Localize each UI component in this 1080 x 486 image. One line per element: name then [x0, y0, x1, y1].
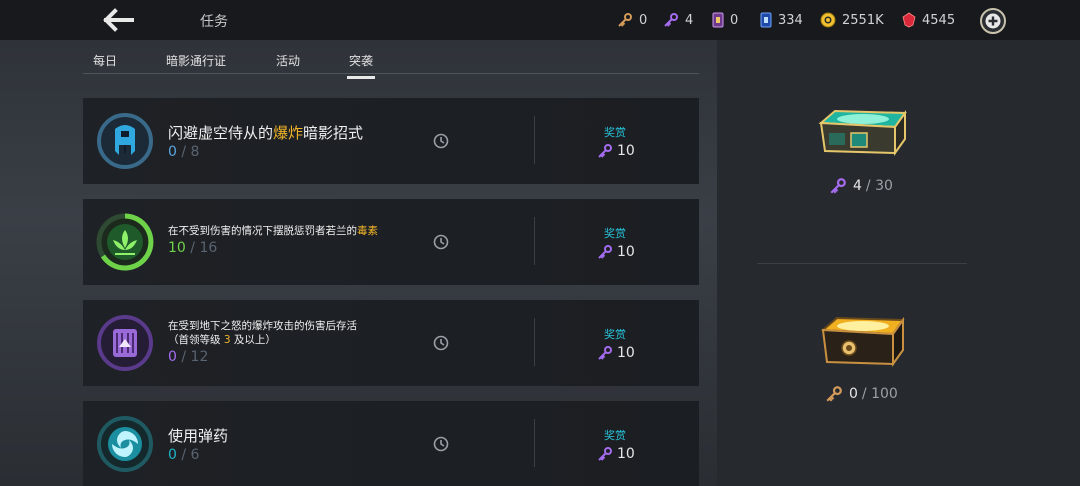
currency-value: 334 — [778, 12, 803, 28]
purple-key-icon — [598, 346, 612, 360]
clock-icon — [433, 133, 449, 149]
divider — [534, 419, 535, 467]
reward-label: 奖赏 — [604, 328, 626, 341]
card-icon — [712, 12, 724, 28]
tab-events[interactable]: 活动 — [276, 52, 300, 69]
tab-raid[interactable]: 突袭 — [346, 52, 376, 79]
divider — [534, 116, 535, 164]
quest-card[interactable]: 使用弹药 0 / 6 奖赏 10 — [83, 401, 699, 486]
currency-bronze-key: 0 — [617, 12, 647, 28]
currency-value: 0 — [639, 12, 648, 28]
quest-card[interactable]: 闪避虚空侍从的爆炸暗影招式 0 / 8 奖赏 10 — [83, 98, 699, 184]
tab-bar: 每日 暗影通行证 活动 突袭 — [83, 44, 699, 79]
reward-value: 10 — [597, 244, 635, 260]
currency-value: 4545 — [922, 12, 956, 28]
purple-key-icon — [598, 447, 612, 461]
add-currency-button[interactable] — [980, 8, 1006, 34]
currency-value: 4 — [685, 12, 694, 28]
blue-card-icon — [760, 12, 772, 28]
purple-key-chest-icon[interactable] — [815, 105, 911, 161]
tab-daily[interactable]: 每日 — [93, 52, 117, 69]
underground-fury-icon — [97, 315, 153, 371]
clock-icon — [433, 436, 449, 452]
back-button[interactable] — [98, 6, 138, 34]
quest-progress: 10 / 16 — [168, 240, 218, 256]
gold-coin-icon — [820, 12, 836, 28]
clock-icon — [433, 234, 449, 250]
poison-lotus-icon — [96, 213, 154, 271]
plus-icon — [985, 13, 1001, 29]
currency-purple-key: 4 — [663, 12, 693, 28]
currency-value: 0 — [730, 12, 739, 28]
page-title: 任务 — [200, 14, 228, 30]
divider — [757, 263, 967, 264]
purple-key-icon — [664, 13, 678, 27]
red-gem-icon — [902, 12, 916, 28]
reward-label: 奖赏 — [604, 227, 626, 240]
reward-value: 10 — [597, 446, 635, 462]
reward-value: 10 — [597, 345, 635, 361]
clock-icon — [433, 335, 449, 351]
top-bar: 任务 0 4 0 334 2551K 4545 — [0, 0, 1080, 40]
quest-progress: 0 / 8 — [168, 144, 200, 160]
reward-chest-panel: 4/ 30 0/ 100 — [717, 40, 1080, 486]
tab-shadow-pass[interactable]: 暗影通行证 — [166, 52, 226, 69]
quest-card[interactable]: 在不受到伤害的情况下摆脱惩罚者若兰的毒素 10 / 16 奖赏 10 — [83, 199, 699, 285]
quest-progress: 0 / 6 — [168, 447, 200, 463]
divider — [534, 217, 535, 265]
bronze-key-icon — [826, 386, 842, 402]
quest-title: 在不受到伤害的情况下摆脱惩罚者若兰的毒素 — [168, 225, 378, 237]
ammo-swirl-icon — [97, 416, 153, 472]
currency-card: 0 — [712, 12, 738, 28]
bronze-key-chest-icon[interactable] — [817, 312, 909, 372]
quest-card[interactable]: 在受到地下之怒的爆炸攻击的伤害后存活 （首领等级 3 及以上） 0 / 12 奖… — [83, 300, 699, 386]
quest-title: 在受到地下之怒的爆炸攻击的伤害后存活 （首领等级 3 及以上） — [168, 320, 357, 346]
back-arrow-icon — [103, 8, 134, 32]
divider — [534, 318, 535, 366]
purple-key-chest-progress: 4/ 30 — [829, 177, 893, 195]
quest-progress: 0 / 12 — [168, 349, 209, 365]
currency-blue-card: 334 — [760, 12, 803, 28]
purple-key-icon — [598, 144, 612, 158]
reward-value: 10 — [597, 143, 635, 159]
quest-title: 闪避虚空侍从的爆炸暗影招式 — [168, 124, 364, 142]
quest-title: 使用弹药 — [168, 427, 229, 445]
void-minion-icon — [97, 113, 153, 169]
reward-label: 奖赏 — [604, 429, 626, 442]
currency-value: 2551K — [842, 12, 884, 28]
purple-key-icon — [598, 245, 612, 259]
bronze-key-icon — [618, 13, 632, 27]
currency-gem: 4545 — [902, 12, 955, 28]
currency-gold: 2551K — [820, 12, 884, 28]
bronze-key-chest-progress: 0/ 100 — [825, 385, 898, 403]
purple-key-icon — [830, 178, 846, 194]
reward-label: 奖赏 — [604, 126, 626, 139]
